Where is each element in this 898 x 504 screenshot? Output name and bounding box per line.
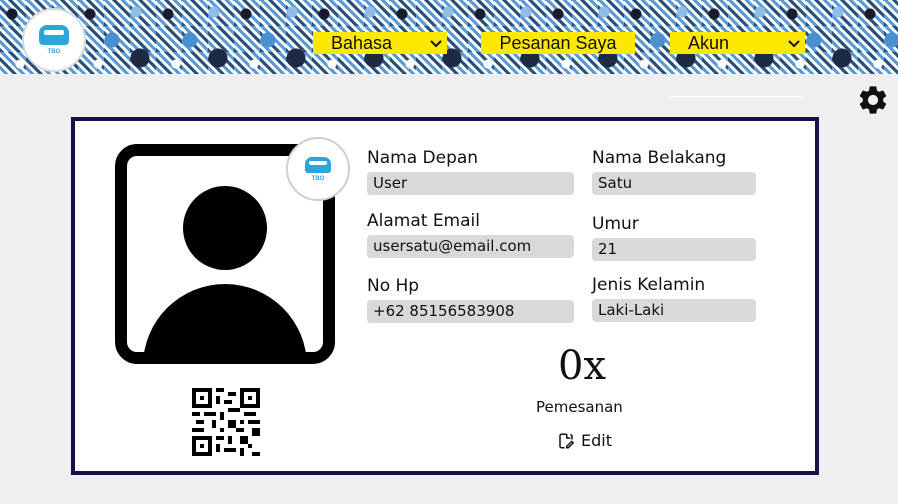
phone-label: No Hp [367, 276, 420, 296]
avatar-body [143, 284, 307, 352]
phone-field[interactable]: +62 85156583908 [367, 300, 574, 323]
first-name-field[interactable]: User [367, 172, 574, 195]
chevron-down-icon [425, 36, 447, 51]
last-name-label: Nama Belakang [592, 148, 727, 168]
settings-button[interactable] [856, 83, 890, 117]
badge-text: TBO [311, 175, 325, 182]
bus-icon [39, 25, 69, 45]
language-dropdown[interactable]: Bahasa [313, 32, 447, 54]
age-field[interactable]: 21 [592, 238, 756, 261]
avatar-head [183, 186, 267, 270]
account-dropdown[interactable]: Akun [670, 32, 805, 54]
divider [668, 96, 804, 97]
orders-count: 0x [558, 343, 607, 389]
first-name-label: Nama Depan [367, 148, 479, 168]
company-badge: TBO [286, 137, 350, 201]
edit-profile-button[interactable]: Edit [557, 431, 612, 450]
chevron-down-icon [783, 36, 805, 51]
last-name-field[interactable]: Satu [592, 172, 756, 195]
gear-icon [859, 86, 887, 114]
logo-text: TBO [47, 49, 61, 55]
gender-field[interactable]: Laki-Laki [592, 299, 756, 322]
qr-code-icon[interactable] [192, 388, 260, 456]
gender-label: Jenis Kelamin [592, 275, 706, 295]
header-banner: TBO Bahasa Pesanan Saya Akun [0, 0, 898, 74]
orders-count-label: Pemesanan [536, 398, 623, 416]
my-orders-button[interactable]: Pesanan Saya [481, 32, 635, 54]
edit-file-icon [559, 433, 575, 448]
email-field[interactable]: usersatu@email.com [367, 235, 574, 258]
bus-icon [305, 156, 331, 173]
edit-label: Edit [581, 431, 612, 450]
my-orders-label: Pesanan Saya [499, 32, 617, 53]
age-label: Umur [592, 214, 639, 234]
language-label: Bahasa [331, 32, 393, 53]
app-logo[interactable]: TBO [22, 8, 86, 72]
email-label: Alamat Email [367, 211, 480, 231]
account-label: Akun [688, 32, 730, 53]
profile-card: TBO Nama Depan User Nama Belakang Satu A… [71, 117, 819, 475]
